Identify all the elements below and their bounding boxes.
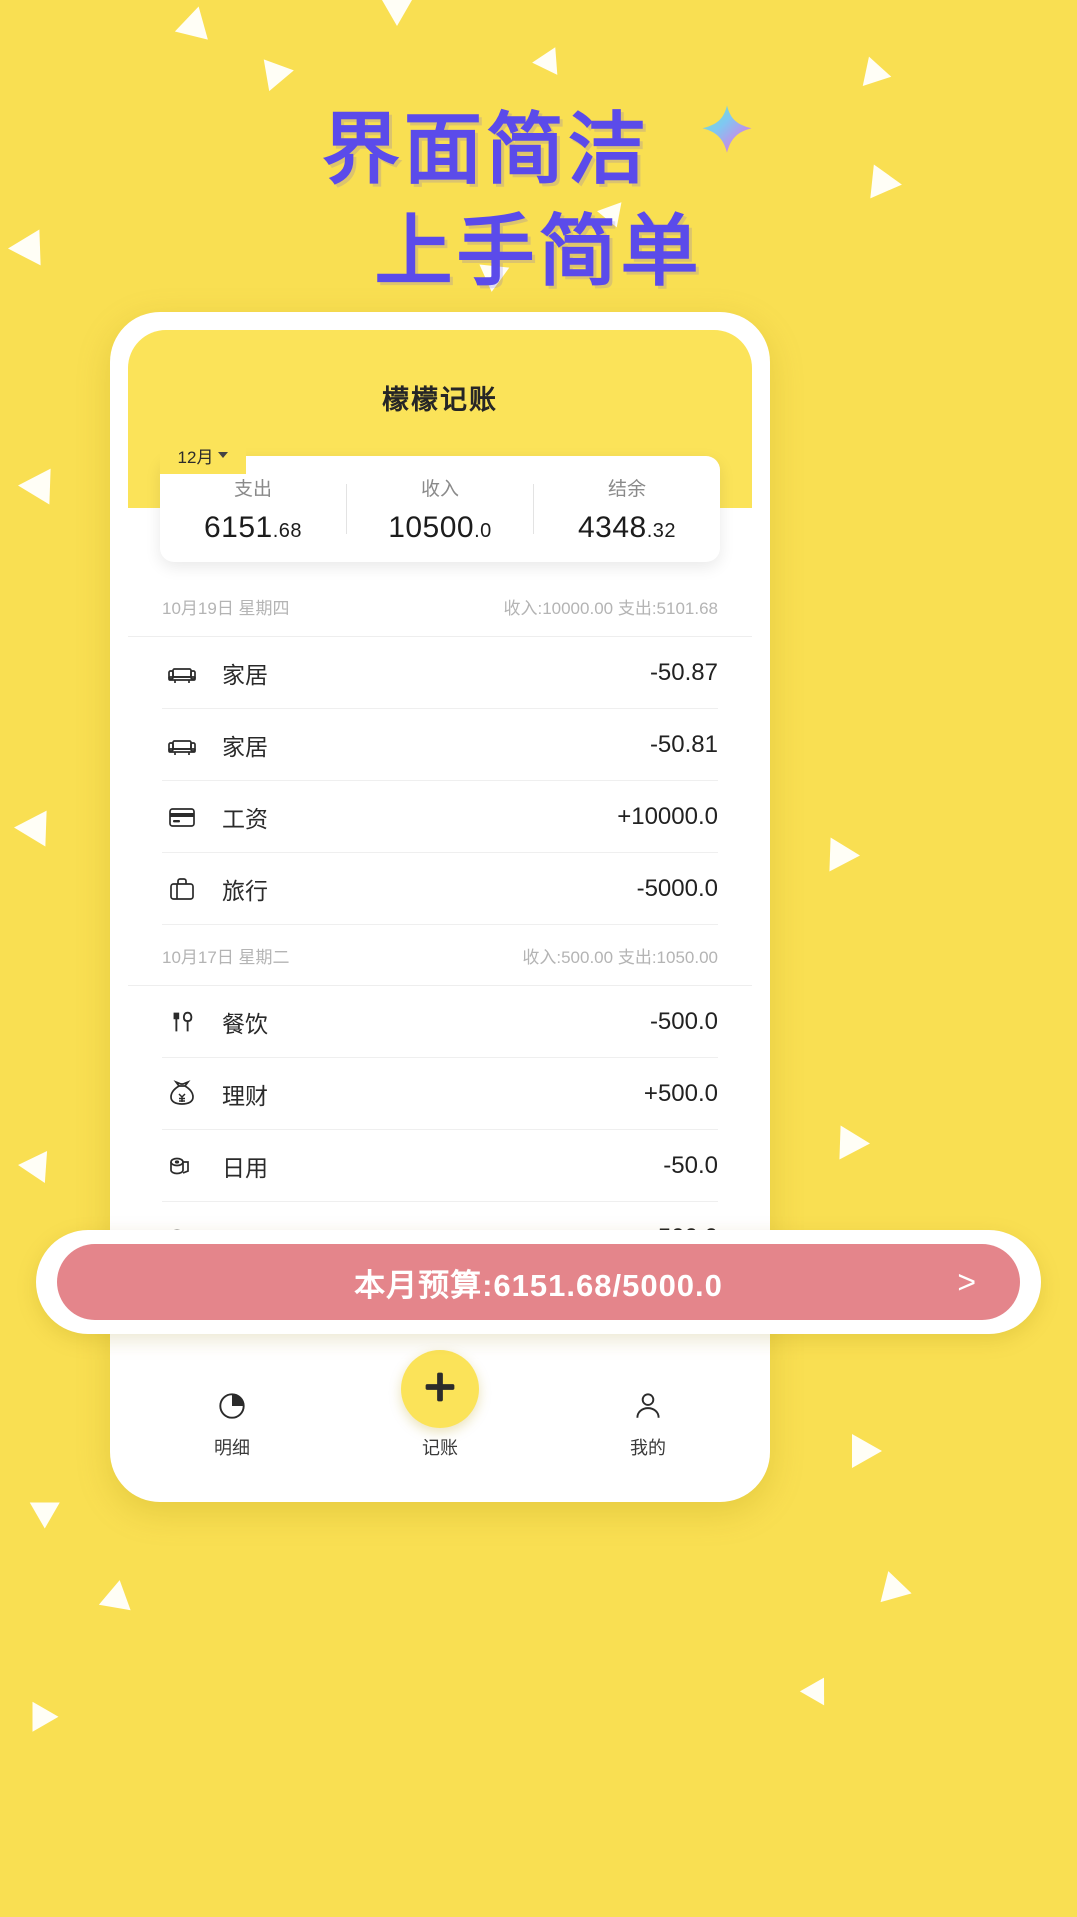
bottom-tab-bar: 明细 记账 我的 bbox=[128, 1350, 752, 1486]
table-row[interactable]: 工资 +10000.0 bbox=[162, 781, 718, 853]
summary-income-label: 收入 bbox=[420, 478, 459, 500]
day-header: 10月19日 星期四 收入:10000.00 支出:5101.68 bbox=[128, 576, 752, 637]
cutlery-icon bbox=[162, 1002, 202, 1042]
tab-profile-label: 我的 bbox=[630, 1438, 666, 1458]
tab-detail[interactable]: 明细 bbox=[128, 1386, 336, 1486]
summary-income: 收入 10500.0 bbox=[347, 474, 533, 545]
suitcase-icon bbox=[162, 869, 202, 909]
summary-expense-value: 6151.68 bbox=[160, 511, 346, 545]
summary-balance-dec: .32 bbox=[646, 519, 677, 542]
budget-text: 本月预算:6151.68/5000.0 bbox=[354, 1267, 723, 1303]
triangle-icon bbox=[22, 1489, 60, 1529]
triangle-icon bbox=[799, 1670, 837, 1706]
table-row[interactable]: 餐饮 -500.0 bbox=[162, 986, 718, 1058]
table-row[interactable]: 日用 -50.0 bbox=[162, 1130, 718, 1202]
triangle-icon bbox=[17, 467, 51, 505]
triangle-icon bbox=[16, 1149, 48, 1183]
month-selector[interactable]: 12月 bbox=[160, 436, 246, 474]
chevron-right-icon: > bbox=[957, 1263, 976, 1300]
tab-add[interactable]: 记账 bbox=[336, 1426, 544, 1486]
pie-chart-icon bbox=[215, 1386, 249, 1426]
row-amount: +500.0 bbox=[643, 1079, 718, 1107]
triangle-icon bbox=[382, 0, 412, 26]
sofa-icon bbox=[162, 725, 202, 765]
triangle-icon bbox=[829, 837, 861, 873]
sparkle-icon bbox=[699, 84, 755, 153]
row-category: 家居 bbox=[222, 661, 268, 688]
row-category: 工资 bbox=[222, 805, 268, 832]
day-header: 10月17日 星期二 收入:500.00 支出:1050.00 bbox=[128, 925, 752, 986]
promo-line-1: 界面简洁 bbox=[321, 105, 650, 195]
table-row[interactable]: 旅行 -5000.0 bbox=[162, 853, 718, 925]
tissue-roll-icon bbox=[162, 1146, 202, 1186]
row-category: 家居 bbox=[222, 733, 268, 760]
summary-balance-int: 4348 bbox=[577, 510, 647, 544]
money-bag-icon bbox=[162, 1074, 202, 1114]
sofa-icon bbox=[162, 653, 202, 693]
tab-detail-label: 明细 bbox=[214, 1438, 250, 1458]
row-category: 旅行 bbox=[222, 877, 268, 904]
day-date: 10月17日 星期二 bbox=[162, 947, 290, 967]
row-category: 理财 bbox=[222, 1082, 268, 1109]
row-category: 日用 bbox=[222, 1154, 268, 1181]
promo-line-2: 上手简单 bbox=[374, 207, 703, 297]
summary-balance-label: 结余 bbox=[607, 478, 646, 500]
triangle-icon bbox=[854, 52, 892, 86]
triangle-icon bbox=[839, 1125, 871, 1161]
summary-expense-dec: .68 bbox=[272, 519, 303, 542]
add-record-button[interactable] bbox=[401, 1350, 479, 1428]
summary-income-int: 10500 bbox=[388, 510, 475, 544]
summary-income-dec: .0 bbox=[474, 519, 492, 542]
triangle-icon bbox=[19, 1694, 59, 1732]
day-totals: 收入:10000.00 支出:5101.68 bbox=[503, 598, 718, 618]
month-selector-label: 12月 bbox=[177, 447, 214, 467]
summary-expense-label: 支出 bbox=[233, 478, 272, 500]
triangle-icon bbox=[13, 809, 47, 847]
triangle-icon bbox=[880, 1571, 916, 1609]
tab-add-label: 记账 bbox=[422, 1438, 458, 1458]
summary-income-value: 10500.0 bbox=[347, 511, 533, 545]
summary-balance-value: 4348.32 bbox=[534, 511, 720, 545]
table-row[interactable]: 家居 -50.81 bbox=[162, 709, 718, 781]
row-amount: +10000.0 bbox=[617, 802, 718, 830]
chevron-down-icon bbox=[218, 452, 229, 458]
triangle-icon bbox=[532, 41, 568, 75]
plus-icon bbox=[417, 1364, 463, 1415]
budget-button[interactable]: 本月预算:6151.68/5000.0 > bbox=[57, 1244, 1020, 1320]
page-title: 檬檬记账 bbox=[382, 385, 498, 415]
table-row[interactable]: 理财 +500.0 bbox=[162, 1058, 718, 1130]
row-amount: -5000.0 bbox=[636, 874, 718, 902]
credit-card-icon bbox=[162, 797, 202, 837]
triangle-icon bbox=[174, 2, 216, 40]
row-amount: -50.87 bbox=[649, 658, 718, 686]
row-amount: -50.0 bbox=[663, 1151, 718, 1179]
day-totals: 收入:500.00 支出:1050.00 bbox=[522, 947, 718, 967]
summary-balance: 结余 4348.32 bbox=[534, 474, 720, 545]
table-row[interactable]: 家居 -50.87 bbox=[162, 637, 718, 709]
person-icon bbox=[631, 1386, 665, 1426]
row-amount: -500.0 bbox=[649, 1007, 718, 1035]
tab-profile[interactable]: 我的 bbox=[544, 1386, 752, 1486]
promo-headline: 界面简洁 上手简单 bbox=[0, 84, 1077, 300]
summary-expense: 支出 6151.68 bbox=[160, 474, 346, 545]
day-date: 10月19日 星期四 bbox=[162, 598, 290, 618]
row-amount: -50.81 bbox=[649, 730, 718, 758]
summary-expense-int: 6151 bbox=[203, 510, 273, 544]
triangle-icon bbox=[852, 1434, 882, 1468]
budget-banner: 本月预算:6151.68/5000.0 > bbox=[36, 1230, 1041, 1334]
triangle-icon bbox=[93, 1580, 131, 1620]
row-category: 餐饮 bbox=[222, 1010, 268, 1037]
